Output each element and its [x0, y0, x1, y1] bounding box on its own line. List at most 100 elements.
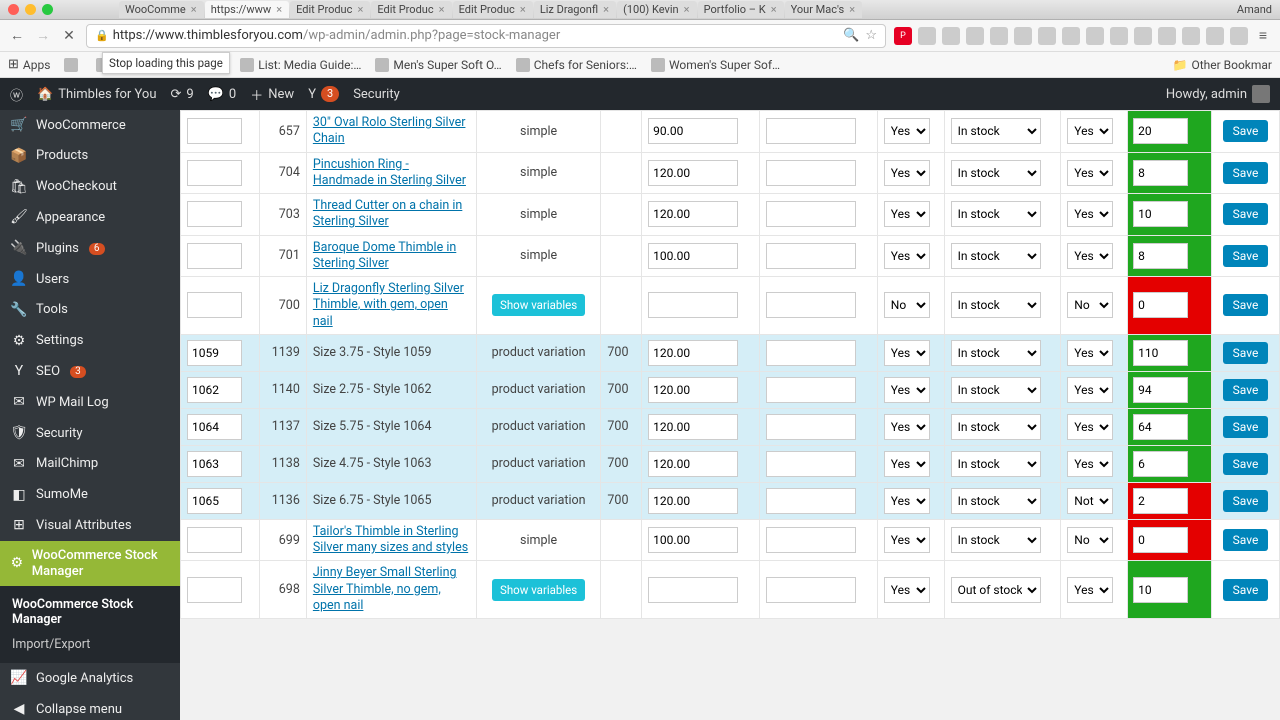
backorder-select[interactable]: Yes: [1067, 118, 1113, 144]
stock-qty-input[interactable]: [1133, 160, 1188, 186]
ext-icon[interactable]: [1206, 27, 1224, 45]
close-tab-icon[interactable]: ×: [683, 3, 691, 16]
manage-stock-select[interactable]: Yes: [884, 527, 930, 553]
backorder-select[interactable]: Yes: [1067, 243, 1113, 269]
browser-tab[interactable]: Liz Dragonfl×: [534, 1, 616, 18]
save-button[interactable]: Save: [1223, 416, 1269, 438]
ext-icon[interactable]: [1158, 27, 1176, 45]
product-link[interactable]: Liz Dragonfly Sterling Silver Thimble, w…: [313, 281, 470, 330]
product-link[interactable]: Thread Cutter on a chain in Sterling Sil…: [313, 198, 470, 231]
backorder-select[interactable]: No: [1067, 292, 1113, 318]
stock-qty-input[interactable]: [1133, 118, 1188, 144]
save-button[interactable]: Save: [1223, 120, 1269, 142]
price-input[interactable]: [648, 377, 738, 403]
close-tab-icon[interactable]: ×: [190, 3, 198, 16]
ext-icon[interactable]: [1086, 27, 1104, 45]
sidebar-item[interactable]: ✉WP Mail Log: [0, 387, 180, 418]
price-input[interactable]: [648, 160, 738, 186]
price-input[interactable]: [648, 488, 738, 514]
close-tab-icon[interactable]: ×: [770, 3, 778, 16]
yoast-link[interactable]: Y 3: [308, 86, 339, 102]
stock-status-select[interactable]: In stock: [951, 414, 1041, 440]
sku-input[interactable]: [187, 451, 242, 477]
close-tab-icon[interactable]: ×: [519, 3, 527, 16]
sale-price-input[interactable]: [766, 118, 856, 144]
stock-status-select[interactable]: In stock: [951, 527, 1041, 553]
browser-tab[interactable]: Edit Produc×: [453, 1, 533, 18]
bookmark-item[interactable]: Men's Super Soft O…: [375, 57, 501, 72]
stock-status-select[interactable]: In stock: [951, 451, 1041, 477]
sidebar-item[interactable]: 🛡Security: [0, 418, 180, 449]
price-input[interactable]: [648, 201, 738, 227]
howdy-link[interactable]: Howdy, admin: [1166, 85, 1270, 103]
price-input[interactable]: [648, 451, 738, 477]
stock-status-select[interactable]: In stock: [951, 488, 1041, 514]
price-input[interactable]: [648, 414, 738, 440]
browser-tab[interactable]: Edit Produc×: [371, 1, 451, 18]
ext-icon[interactable]: [1014, 27, 1032, 45]
sale-price-input[interactable]: [766, 488, 856, 514]
show-variables-button[interactable]: Show variables: [492, 579, 585, 601]
stock-status-select[interactable]: In stock: [951, 201, 1041, 227]
sku-input[interactable]: [187, 377, 242, 403]
browser-tab[interactable]: Portfolio – K×: [698, 1, 784, 18]
stock-status-select[interactable]: Out of stock: [951, 577, 1041, 603]
ext-icon[interactable]: [942, 27, 960, 45]
save-button[interactable]: Save: [1223, 245, 1269, 267]
backorder-select[interactable]: No: [1067, 527, 1113, 553]
ext-icon[interactable]: [1230, 27, 1248, 45]
sku-input[interactable]: [187, 340, 242, 366]
ext-icon[interactable]: [1182, 27, 1200, 45]
sidebar-item[interactable]: 🖌Appearance: [0, 202, 180, 233]
manage-stock-select[interactable]: Yes: [884, 340, 930, 366]
product-link[interactable]: 30" Oval Rolo Sterling Silver Chain: [313, 115, 470, 148]
price-input[interactable]: [648, 118, 738, 144]
backorder-select[interactable]: Yes: [1067, 160, 1113, 186]
stock-qty-input[interactable]: [1133, 243, 1188, 269]
sale-price-input[interactable]: [766, 451, 856, 477]
zoom-window[interactable]: [42, 4, 53, 15]
wp-logo[interactable]: ⓦ: [10, 85, 23, 104]
sidebar-item[interactable]: ⊞Visual Attributes: [0, 510, 180, 541]
minimize-window[interactable]: [25, 4, 36, 15]
sku-input[interactable]: [187, 488, 242, 514]
star-icon[interactable]: ☆: [865, 28, 877, 43]
ext-icon[interactable]: [1134, 27, 1152, 45]
manage-stock-select[interactable]: Yes: [884, 414, 930, 440]
pinterest-ext-icon[interactable]: P: [894, 27, 912, 45]
sale-price-input[interactable]: [766, 340, 856, 366]
ext-icon[interactable]: [966, 27, 984, 45]
sale-price-input[interactable]: [766, 160, 856, 186]
backorder-select[interactable]: Yes: [1067, 414, 1113, 440]
sale-price-input[interactable]: [766, 577, 856, 603]
backorder-select[interactable]: Yes: [1067, 201, 1113, 227]
address-bar[interactable]: 🔒 https://www.thimblesforyou.com /wp-adm…: [86, 24, 886, 48]
backorder-select[interactable]: Yes: [1067, 340, 1113, 366]
sidebar-item[interactable]: ◧SumoMe: [0, 480, 180, 511]
sidebar-item[interactable]: 👤Users: [0, 264, 180, 295]
manage-stock-select[interactable]: Yes: [884, 451, 930, 477]
bookmark-item[interactable]: Chefs for Seniors:…: [516, 57, 637, 72]
price-input[interactable]: [648, 292, 738, 318]
ext-icon[interactable]: [918, 27, 936, 45]
forward-button[interactable]: →: [34, 27, 52, 44]
close-tab-icon[interactable]: ×: [438, 3, 446, 16]
sale-price-input[interactable]: [766, 292, 856, 318]
show-variables-button[interactable]: Show variables: [492, 294, 585, 316]
stock-status-select[interactable]: In stock: [951, 340, 1041, 366]
manage-stock-select[interactable]: Yes: [884, 377, 930, 403]
stop-button[interactable]: ✕: [60, 28, 78, 44]
save-button[interactable]: Save: [1223, 529, 1269, 551]
sidebar-item[interactable]: ✉MailChimp: [0, 449, 180, 480]
close-tab-icon[interactable]: ×: [275, 3, 283, 16]
stock-qty-input[interactable]: [1133, 451, 1188, 477]
price-input[interactable]: [648, 577, 738, 603]
stock-qty-input[interactable]: [1133, 377, 1188, 403]
sku-input[interactable]: [187, 414, 242, 440]
ext-icon[interactable]: [990, 27, 1008, 45]
zoom-icon[interactable]: 🔍: [843, 28, 859, 43]
ext-icon[interactable]: [1062, 27, 1080, 45]
sidebar-subitem[interactable]: Import/Export: [0, 632, 180, 657]
ext-icon[interactable]: [1038, 27, 1056, 45]
sidebar-item[interactable]: ◀Collapse menu: [0, 694, 180, 720]
